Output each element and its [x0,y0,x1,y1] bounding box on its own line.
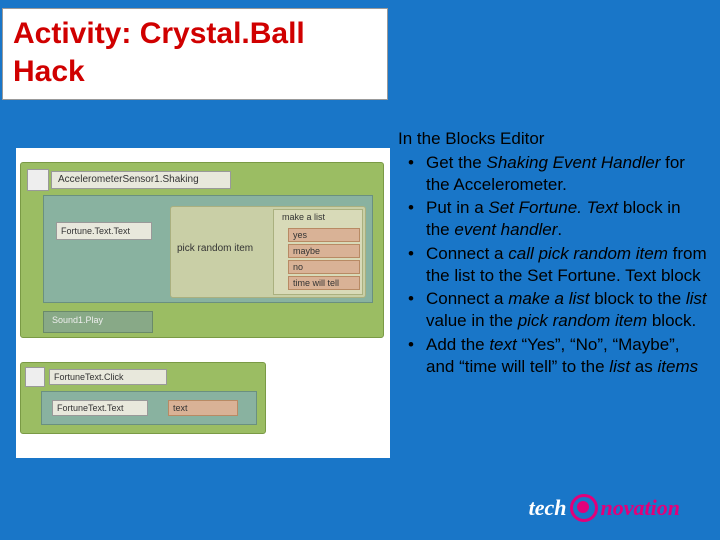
instructions-list: Get the Shaking Event Handler for the Ac… [398,152,708,378]
fortune-text-label: Fortune.Text.Text [56,222,152,240]
list-item-chip: time will tell [288,276,360,290]
pick-random-block: pick random item make a list yes maybe n… [170,206,366,298]
fortune-click-block: FortuneText.Click FortuneText.Text text [20,362,266,434]
logo-bullseye-icon [570,494,598,522]
instructions-panel: In the Blocks Editor Get the Shaking Eve… [398,128,708,379]
slide-title: Activity: Crystal.Ball Hack [13,15,377,90]
make-list-label: make a list [282,212,325,222]
click-text-chip: text [168,400,238,416]
instructions-heading: In the Blocks Editor [398,128,708,150]
logo-text-tech: tech [529,495,567,521]
instruction-item: Connect a call pick random item from the… [398,243,708,287]
slide-title-box: Activity: Crystal.Ball Hack [2,8,388,100]
set-fortune-block: Fortune.Text.Text pick random item make … [43,195,373,303]
block-thumb-icon [25,367,45,387]
logo-text-novation: novation [601,495,680,521]
list-item-chip: no [288,260,360,274]
sound-play-label: Sound1.Play [52,315,103,325]
click-set-label: FortuneText.Text [52,400,148,416]
block-thumb-icon [27,169,49,191]
blocks-editor-image: AccelerometerSensor1.Shaking Fortune.Tex… [16,148,390,458]
shaking-label: AccelerometerSensor1.Shaking [51,171,231,189]
click-label: FortuneText.Click [49,369,167,385]
instruction-item: Put in a Set Fortune. Text block in the … [398,197,708,241]
instruction-item: Add the text “Yes”, “No”, “Maybe”, and “… [398,334,708,378]
make-a-list-block: make a list yes maybe no time will tell [273,209,363,295]
instruction-item: Get the Shaking Event Handler for the Ac… [398,152,708,196]
pick-random-label: pick random item [177,243,253,254]
technovation-logo: tech novation [529,494,680,522]
instruction-item: Connect a make a list block to the list … [398,288,708,332]
shaking-event-block: AccelerometerSensor1.Shaking Fortune.Tex… [20,162,384,338]
list-item-chip: maybe [288,244,360,258]
list-item-chip: yes [288,228,360,242]
click-set-block: FortuneText.Text text [41,391,257,425]
sound-play-block: Sound1.Play [43,311,153,333]
